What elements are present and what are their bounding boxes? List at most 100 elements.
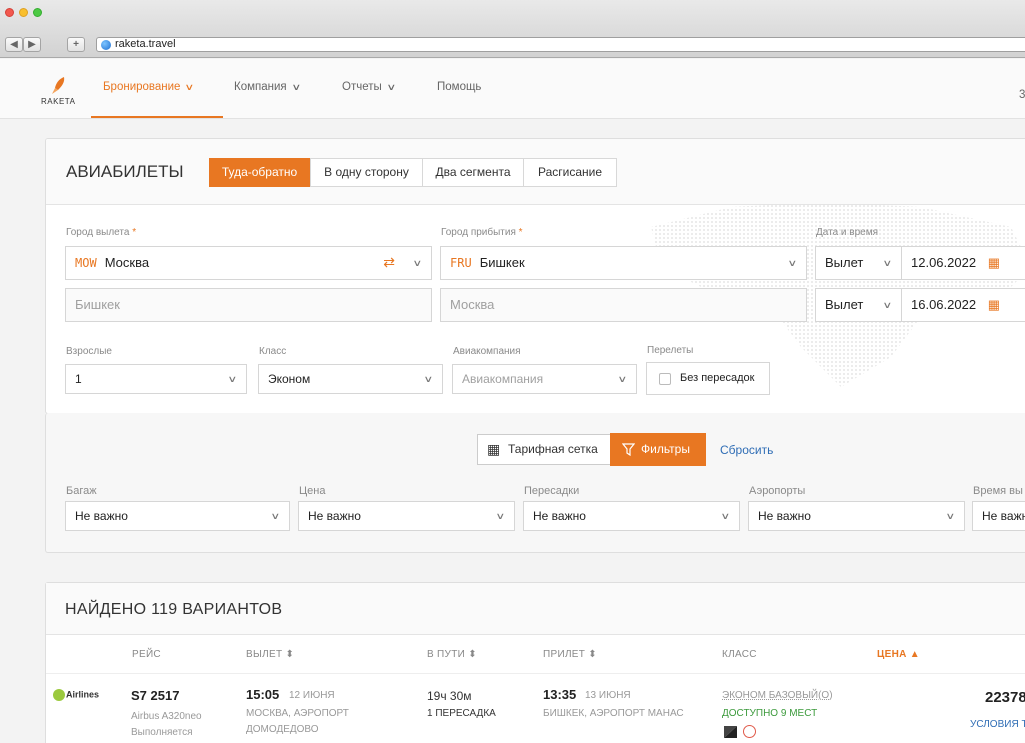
chevron-down-icon: ∨ — [184, 82, 195, 92]
chevron-down-icon: ∨ — [423, 374, 434, 384]
price: 22378 — [985, 689, 1025, 706]
datetime-label: Дата и время — [816, 227, 879, 238]
logo-text: RAKETA — [41, 97, 76, 106]
back-button[interactable]: ◀ — [5, 37, 23, 52]
menu-help[interactable]: Помощь — [437, 81, 481, 93]
chevron-down-icon: ∨ — [720, 511, 731, 521]
close-window-button[interactable] — [5, 8, 14, 17]
menu-reports[interactable]: Отчеты ∨ — [342, 81, 397, 93]
tariff-grid-button[interactable]: ▦ Тарифная сетка — [477, 434, 612, 465]
filter-label-time: Время вы — [973, 485, 1023, 497]
swap-icon[interactable]: ⇄ — [383, 246, 395, 278]
chevron-down-icon: ∨ — [412, 258, 423, 268]
chevron-down-icon: ∨ — [270, 511, 281, 521]
fare-class[interactable]: ЭКОНОМ БАЗОВЫЙ(O) — [722, 690, 833, 701]
departure-city-select[interactable]: MOW Москва ⇄ ∨ — [65, 246, 432, 280]
reset-link[interactable]: Сбросить — [720, 443, 773, 457]
forward-button[interactable]: ▶ — [23, 37, 41, 52]
rocket-icon — [52, 77, 65, 94]
calendar-icon[interactable]: ▦ — [988, 289, 1000, 321]
filter-airports-select[interactable]: Не важно ∨ — [748, 501, 965, 531]
sort-asc-icon: ▲ — [909, 649, 920, 660]
availability: ДОСТУПНО 9 МЕСТ — [722, 708, 818, 719]
chevron-down-icon: ∨ — [290, 82, 301, 92]
trip-type-schedule[interactable]: Расгисание — [523, 158, 617, 187]
app-header: RAKETA Бронирование ∨ Компания ∨ Отчеты ∨ П… — [0, 59, 1025, 119]
filters-panel: ▦ Тарифная сетка Фильтры Сбросить Багаж … — [45, 413, 1025, 553]
header-right-item[interactable]: 3 — [1019, 89, 1025, 101]
trip-type-roundtrip[interactable]: Туда-обратно — [209, 158, 310, 187]
checkbox-box — [659, 373, 671, 385]
col-price[interactable]: ЦЕНА ▲ — [877, 649, 920, 660]
class-select[interactable]: Эконом ∨ — [258, 364, 443, 394]
col-arrival[interactable]: ПРИЛЕТ ⬍ — [543, 649, 597, 660]
aircraft: Airbus A320neo — [131, 711, 202, 722]
departure-label: Город вылета * — [66, 227, 137, 238]
filter-price-select[interactable]: Не важно ∨ — [298, 501, 515, 531]
browser-chrome: ◀ ▶ + raketa.travel — [0, 0, 1025, 58]
no-meal-icon — [743, 725, 756, 738]
chevron-down-icon: ∨ — [882, 258, 893, 268]
airline-label: Авиакомпания — [453, 346, 521, 357]
nonstop-checkbox[interactable]: Без пересадок — [646, 362, 770, 395]
funnel-icon — [622, 443, 635, 456]
filter-label-airports: Аэропорты — [749, 485, 806, 497]
col-class: КЛАСС — [722, 649, 757, 660]
table-row[interactable]: Airlines S7 2517 Airbus A320neo Выполняе… — [46, 674, 1025, 743]
conditions-link[interactable]: УСЛОВИЯ Т — [970, 719, 1025, 730]
minimize-window-button[interactable] — [19, 8, 28, 17]
url-text: raketa.travel — [115, 38, 176, 50]
arrival-label: Город прибытия * — [441, 227, 523, 238]
trip-type-two-segments[interactable]: Два сегмента — [422, 158, 524, 187]
chevron-down-icon: ∨ — [617, 374, 628, 384]
sort-icon: ⬍ — [468, 649, 477, 660]
adults-select[interactable]: 1 ∨ — [65, 364, 247, 394]
operated-by: Выполняется — [131, 727, 193, 738]
filter-time-select[interactable]: Не важн — [972, 501, 1025, 531]
filter-label-baggage: Багаж — [66, 485, 97, 497]
chevron-down-icon: ∨ — [495, 511, 506, 521]
sort-icon: ⬍ — [588, 649, 597, 660]
menu-booking[interactable]: Бронирование ∨ — [103, 81, 195, 93]
arrival-airport: БИШКЕК, АЭРОПОРТ МАНАС — [543, 708, 684, 719]
arrival-city-select[interactable]: FRU Бишкек ∨ — [440, 246, 807, 280]
class-label: Класс — [259, 346, 287, 357]
chevron-down-icon: ∨ — [882, 300, 893, 310]
page-title: АВИАБИЛЕТЫ — [66, 162, 184, 181]
date2-field[interactable]: 16.06.2022 ▦ — [901, 288, 1025, 322]
flight-number: S7 2517 — [131, 688, 180, 703]
date1-mode-select[interactable]: Вылет ∨ — [815, 246, 902, 280]
s7-logo-icon — [53, 689, 65, 701]
departure-time: 15:05 — [246, 687, 280, 702]
return-from-field[interactable]: Бишкек — [65, 288, 432, 322]
new-tab-button[interactable]: + — [67, 37, 85, 52]
chevron-down-icon: ∨ — [386, 82, 397, 92]
filter-baggage-select[interactable]: Не важно ∨ — [65, 501, 290, 531]
return-to-field[interactable]: Москва — [440, 288, 807, 322]
filter-transfers-select[interactable]: Не важно ∨ — [523, 501, 740, 531]
zoom-window-button[interactable] — [33, 8, 42, 17]
airline-select[interactable]: Авиакомпания ∨ — [452, 364, 637, 394]
filter-label-transfers: Пересадки — [524, 485, 580, 497]
arrival-code: FRU — [450, 256, 472, 270]
col-departure[interactable]: ВЫЛЕТ ⬍ — [246, 649, 294, 660]
address-bar[interactable]: raketa.travel — [96, 37, 1025, 52]
search-card: АВИАБИЛЕТЫ Туда-обратно В одну сторону Д… — [45, 138, 1025, 414]
arrival-city: Бишкек — [479, 255, 525, 270]
col-duration[interactable]: В ПУТИ ⬍ — [427, 649, 477, 660]
departure-code: MOW — [75, 256, 97, 270]
menu-company[interactable]: Компания ∨ — [234, 81, 301, 93]
date2-mode-select[interactable]: Вылет ∨ — [815, 288, 902, 322]
date1-field[interactable]: 12.06.2022 ▦ — [901, 246, 1025, 280]
departure-airport-line2: ДОМОДЕДОВО — [246, 724, 319, 735]
chevron-down-icon: ∨ — [787, 258, 798, 268]
filters-button[interactable]: Фильтры — [610, 433, 706, 466]
trip-type-oneway[interactable]: В одну сторону — [310, 158, 423, 187]
sort-icon: ⬍ — [285, 649, 295, 660]
col-flight: РЕЙС — [132, 649, 161, 660]
chevron-down-icon: ∨ — [227, 374, 238, 384]
departure-airport-line1: МОСКВА, АЭРОПОРТ — [246, 708, 349, 719]
departure-city: Москва — [104, 255, 150, 270]
calendar-icon[interactable]: ▦ — [988, 247, 1000, 279]
airline-logo: Airlines — [53, 689, 99, 701]
